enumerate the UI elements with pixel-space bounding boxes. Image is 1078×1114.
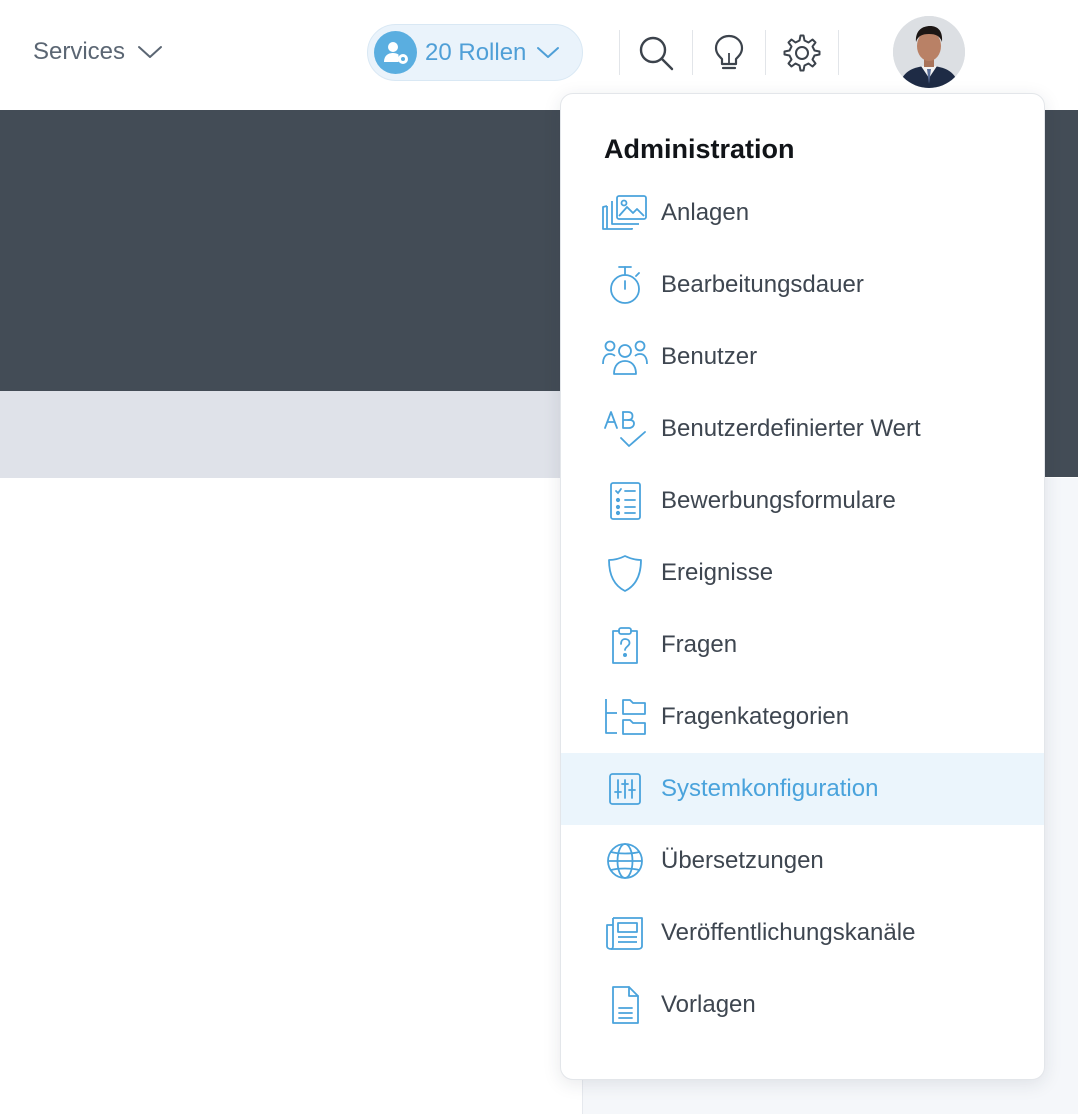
users-icon	[601, 333, 649, 381]
ab-check-icon	[601, 405, 649, 453]
folder-tree-icon	[601, 693, 649, 741]
avatar[interactable]	[893, 16, 965, 88]
globe-icon	[601, 837, 649, 885]
menu-item-bearbeitungsdauer[interactable]: Bearbeitungsdauer	[561, 249, 1044, 321]
lightbulb-icon[interactable]	[706, 30, 752, 76]
newspaper-icon	[601, 909, 649, 957]
menu-item-label: Bewerbungsformulare	[661, 487, 896, 514]
menu-item-fragen[interactable]: Fragen	[561, 609, 1044, 681]
services-menu[interactable]: Services	[33, 36, 163, 68]
clipboard-question-icon	[601, 621, 649, 669]
menu-item-label: Anlagen	[661, 199, 750, 226]
menu-item-label: Übersetzungen	[661, 847, 824, 874]
roles-label: 20 Rollen	[425, 38, 527, 66]
sliders-icon	[601, 765, 649, 813]
menu-item-bewerbungsformulare[interactable]: Bewerbungsformulare	[561, 465, 1044, 537]
shield-icon	[601, 549, 649, 597]
services-label: Services	[33, 38, 126, 65]
menu-item-label: Fragen	[661, 631, 738, 658]
menu-item-label: Ereignisse	[661, 559, 774, 586]
page-subheader	[0, 391, 560, 478]
menu-item-fragenkategorien[interactable]: Fragenkategorien	[561, 681, 1044, 753]
chevron-down-icon	[536, 45, 560, 60]
menu-item-label: Vorlagen	[661, 991, 756, 1018]
menu-item-systemkonfiguration[interactable]: Systemkonfiguration	[561, 753, 1044, 825]
menu-item-label: Bearbeitungsdauer	[661, 271, 864, 298]
user-gear-icon	[374, 31, 417, 74]
menu-item-uebersetzungen[interactable]: Übersetzungen	[561, 825, 1044, 897]
menu-item-label: Benutzerdefinierter Wert	[661, 415, 921, 442]
gear-icon[interactable]	[779, 30, 825, 76]
page-hero-banner-edge	[1044, 391, 1078, 477]
divider	[619, 30, 620, 75]
menu-item-label: Fragenkategorien	[661, 703, 850, 730]
menu-item-vorlagen[interactable]: Vorlagen	[561, 969, 1044, 1041]
menu-item-veroeffentlichungskanaele[interactable]: Veröffentlichungskanäle	[561, 897, 1044, 969]
divider	[765, 30, 766, 75]
menu-item-label: Benutzer	[661, 343, 758, 370]
divider	[838, 30, 839, 75]
checklist-icon	[601, 477, 649, 525]
search-icon[interactable]	[633, 30, 679, 76]
divider	[692, 30, 693, 75]
document-icon	[601, 981, 649, 1029]
menu-item-benutzerdefinierter-wert[interactable]: Benutzerdefinierter Wert	[561, 393, 1044, 465]
menu-item-label: Veröffentlichungskanäle	[661, 919, 916, 946]
menu-item-label: Systemkonfiguration	[661, 775, 879, 802]
images-icon	[601, 189, 649, 237]
menu-item-anlagen[interactable]: Anlagen	[561, 177, 1044, 249]
administration-menu-list: Anlagen Bearbeitungsdauer Benutzer Benut…	[561, 195, 1044, 1041]
chevron-down-icon	[137, 44, 163, 60]
menu-item-benutzer[interactable]: Benutzer	[561, 321, 1044, 393]
administration-dropdown: Administration Anlagen Bearbeitungsdauer…	[560, 93, 1045, 1080]
stopwatch-icon	[601, 261, 649, 309]
roles-selector[interactable]: 20 Rollen	[367, 24, 583, 81]
dropdown-title: Administration	[604, 134, 795, 164]
menu-item-ereignisse[interactable]: Ereignisse	[561, 537, 1044, 609]
